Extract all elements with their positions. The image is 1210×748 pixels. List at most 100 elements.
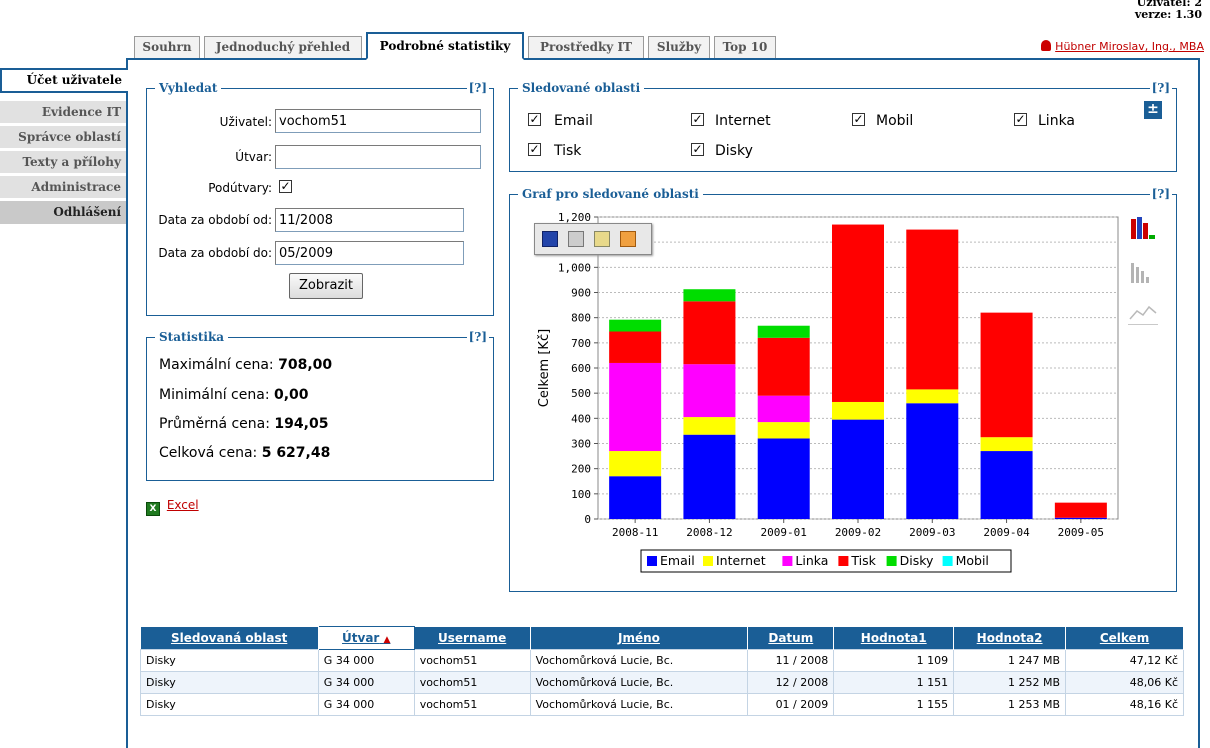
table-cell: 1 252 MB xyxy=(953,671,1067,694)
app-header-info: Uživatel: 2 verze: 1.30 xyxy=(1135,0,1202,21)
col-sledovana-oblast[interactable]: Sledovaná oblast xyxy=(140,626,319,650)
stat-min: Minimální cena: 0,00 xyxy=(159,387,309,403)
stat-total-label: Celková cena: xyxy=(159,445,258,461)
area-tisk-label: Tisk xyxy=(554,143,582,159)
chart-type-stacked-icon[interactable] xyxy=(1128,213,1158,241)
col-hodnota1[interactable]: Hodnota1 xyxy=(833,626,955,650)
legend-label-disky: Disky xyxy=(900,553,934,568)
col-utvar[interactable]: Útvar ▲ xyxy=(317,626,415,650)
area-tisk-checkbox[interactable]: ✓ xyxy=(528,143,541,156)
from-date-input[interactable] xyxy=(275,208,464,232)
bar-segment-internet xyxy=(683,417,736,435)
sidebar-item-texty-a-prilohy[interactable]: Texty a přílohy xyxy=(0,151,127,174)
table-header-row: Sledovaná oblast Útvar ▲ Username Jméno … xyxy=(140,626,1184,650)
bar-segment-disky xyxy=(609,319,662,332)
table-cell: 1 109 xyxy=(833,649,955,672)
table-row: Disky G 34 000 vochom51 Vochomůrková Lucie,… xyxy=(140,649,1184,672)
y-axis-label: Celkem [Kč] xyxy=(537,329,552,407)
unit-input[interactable] xyxy=(275,145,481,169)
version-label: verze: 1.30 xyxy=(1134,8,1202,21)
print-icon[interactable] xyxy=(568,231,584,247)
table-cell: Vochomůrková Lucie, Bc. xyxy=(529,649,749,672)
sidebar-item-administrace[interactable]: Administrace xyxy=(0,176,127,199)
bar-segment-disky xyxy=(757,325,810,338)
current-user-link[interactable]: Hübner Miroslav, Ing., MBA xyxy=(1041,40,1204,53)
sidebar-item-spravce-oblasti[interactable]: Správce oblastí xyxy=(0,126,127,149)
bar-segment-email xyxy=(906,403,959,519)
to-date-label: Data za období do: xyxy=(158,246,272,260)
col-hodnota2[interactable]: Hodnota2 xyxy=(953,626,1067,650)
area-disky-checkbox[interactable]: ✓ xyxy=(691,143,704,156)
area-internet-checkbox[interactable]: ✓ xyxy=(691,113,704,126)
stats-help-link[interactable]: [?] xyxy=(466,329,489,345)
col-celkem[interactable]: Celkem xyxy=(1065,626,1184,650)
stat-total: Celková cena: 5 627,48 xyxy=(159,445,330,461)
legend-label-mobil: Mobil xyxy=(956,553,989,568)
stats-panel: Statistika [?] Maximální cena: 708,00 Mi… xyxy=(146,329,494,481)
search-help-link[interactable]: [?] xyxy=(466,80,489,96)
y-tick-label: 800 xyxy=(571,312,591,325)
area-mobil-label: Mobil xyxy=(876,113,914,129)
areas-help-link[interactable]: [?] xyxy=(1149,80,1172,96)
user-icon xyxy=(1041,40,1052,51)
tab-top-10[interactable]: Top 10 xyxy=(714,36,776,58)
chart-type-bar-icon[interactable] xyxy=(1128,257,1158,285)
table-cell: 48,16 Kč xyxy=(1065,693,1184,716)
table-cell: 1 155 xyxy=(833,693,955,716)
chart-type-line-icon[interactable] xyxy=(1128,299,1158,325)
legend-label-tisk: Tisk xyxy=(850,553,876,568)
area-linka-label: Linka xyxy=(1038,113,1076,129)
bar-segment-linka xyxy=(757,395,810,423)
sidebar-item-ucet-uzivatele[interactable]: Účet uživatele xyxy=(0,68,128,93)
excel-icon: X xyxy=(146,502,160,516)
tab-sluzby[interactable]: Služby xyxy=(648,36,710,58)
submit-button[interactable]: Zobrazit xyxy=(289,273,363,299)
legend-swatch-internet xyxy=(703,556,713,566)
sidebar-item-evidence-it[interactable]: Evidence IT xyxy=(0,101,127,124)
area-mobil-checkbox[interactable]: ✓ xyxy=(852,113,865,126)
area-email-checkbox[interactable]: ✓ xyxy=(528,113,541,126)
toggle-all-icon[interactable]: ± xyxy=(1144,101,1162,119)
x-tick-label: 2009-05 xyxy=(1058,526,1104,539)
bar-segment-email xyxy=(1054,517,1107,519)
table-row: Disky G 34 000 vochom51 Vochomůrková Lucie,… xyxy=(140,671,1184,694)
y-tick-label: 700 xyxy=(571,337,591,350)
bar-segment-tisk xyxy=(757,337,810,396)
col-jmeno[interactable]: Jméno xyxy=(530,626,749,650)
table-cell: Vochomůrková Lucie, Bc. xyxy=(529,693,749,716)
table-cell: 1 253 MB xyxy=(953,693,1067,716)
save-icon[interactable] xyxy=(542,231,558,247)
col-datum[interactable]: Datum xyxy=(747,626,835,650)
to-date-input[interactable] xyxy=(275,241,464,265)
stat-min-label: Minimální cena: xyxy=(159,387,270,403)
bar-segment-internet xyxy=(757,422,810,439)
bar-segment-linka xyxy=(683,364,736,418)
table-cell: Disky xyxy=(140,693,319,716)
bar-segment-tisk xyxy=(980,312,1033,438)
bar-segment-email xyxy=(683,434,736,519)
y-tick-label: 500 xyxy=(571,387,591,400)
table-cell: 47,12 Kč xyxy=(1065,649,1184,672)
area-linka-checkbox[interactable]: ✓ xyxy=(1014,113,1027,126)
from-date-label: Data za období od: xyxy=(158,213,272,227)
detail-table: Sledovaná oblast Útvar ▲ Username Jméno … xyxy=(140,626,1184,716)
email-icon[interactable] xyxy=(594,231,610,247)
tab-jednoduchy-prehled[interactable]: Jednoduchý přehled xyxy=(204,36,362,58)
tab-souhrn[interactable]: Souhrn xyxy=(134,36,200,58)
excel-link[interactable]: Excel xyxy=(167,498,199,512)
search-panel-title: Vyhledat xyxy=(155,80,222,96)
areas-panel: Sledované oblasti [?] ± ✓ Email ✓ Intern… xyxy=(509,80,1177,172)
stat-avg: Průměrná cena: 194,05 xyxy=(159,416,328,432)
tab-podrobne-statistiky[interactable]: Podrobné statistiky xyxy=(366,32,524,60)
export-icon[interactable] xyxy=(620,231,636,247)
table-cell: Disky xyxy=(140,671,319,694)
subunits-checkbox[interactable]: ✓ xyxy=(279,180,292,193)
user-input[interactable] xyxy=(275,109,481,133)
y-tick-label: 900 xyxy=(571,287,591,300)
col-username[interactable]: Username xyxy=(414,626,531,650)
excel-export[interactable]: X Excel xyxy=(146,498,199,516)
sidebar-item-odhlaseni[interactable]: Odhlášení xyxy=(0,201,127,225)
tab-prostredky-it[interactable]: Prostředky IT xyxy=(528,36,644,58)
table-cell: 11 / 2008 xyxy=(747,649,835,672)
bar-segment-linka xyxy=(609,362,662,452)
